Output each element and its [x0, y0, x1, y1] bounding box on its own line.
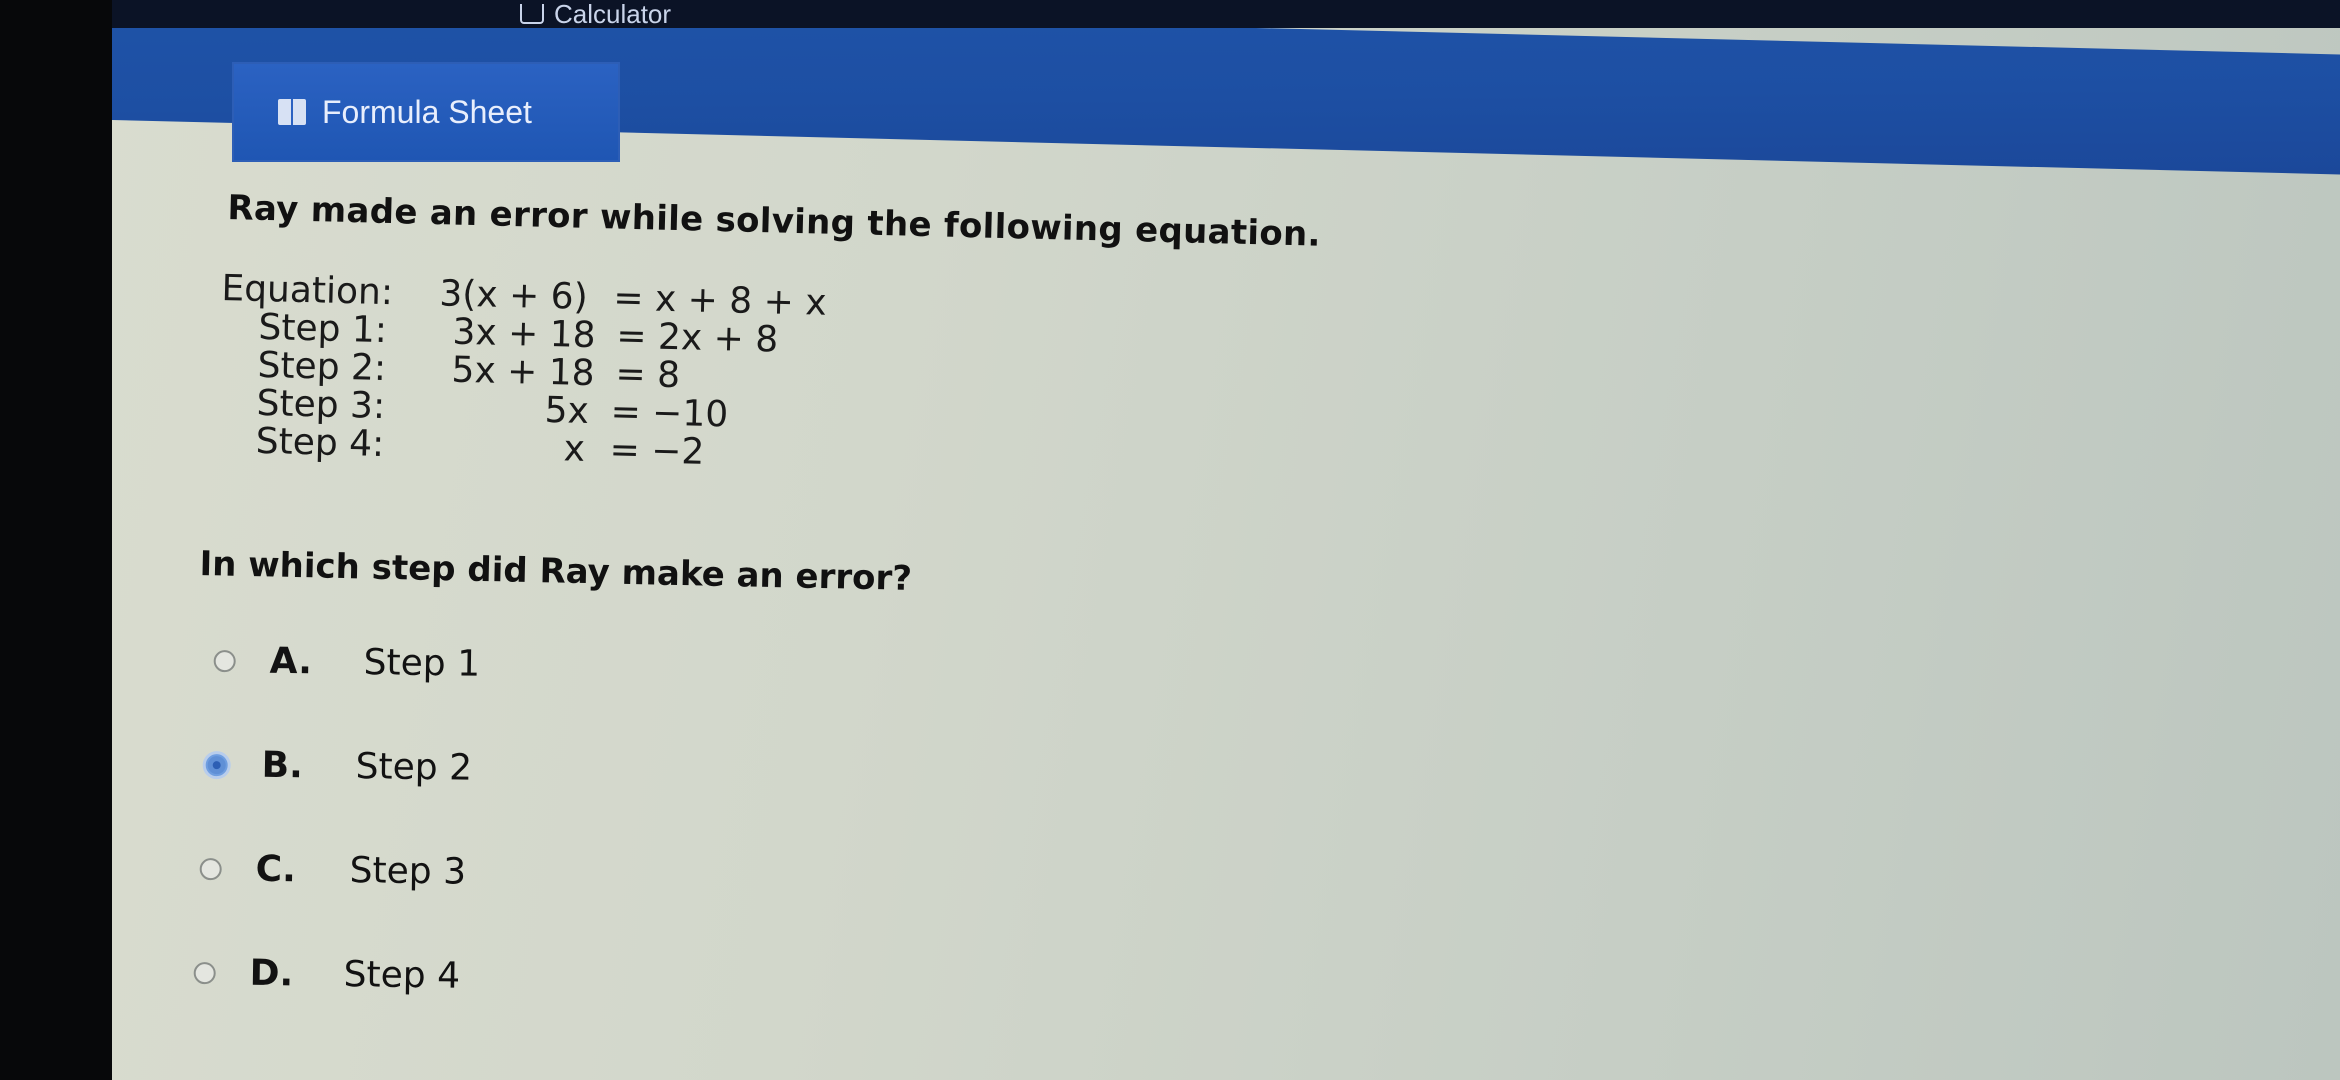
radio-button[interactable] — [199, 857, 222, 880]
option-text: Step 2 — [355, 746, 473, 789]
step-lhs: 5x — [544, 389, 590, 432]
calculator-tool[interactable]: Calculator — [520, 0, 672, 29]
option-letter: A. — [269, 640, 313, 683]
radio-button[interactable] — [193, 961, 216, 984]
equation-steps: Equation: 3(x + 6) = x + 8 + x Step 1: 3… — [217, 268, 981, 477]
radio-button-selected[interactable] — [205, 753, 228, 776]
option-text: Step 4 — [343, 954, 461, 997]
option-letter: B. — [261, 744, 304, 787]
step-label: Step 4: — [255, 420, 385, 466]
radio-button[interactable] — [213, 649, 236, 672]
calculator-icon — [520, 4, 544, 24]
step-lhs: x — [563, 428, 586, 470]
formula-sheet-label: Formula Sheet — [322, 93, 532, 130]
formula-sheet-button[interactable]: Formula Sheet — [232, 62, 620, 162]
answer-option-c[interactable]: C. Step 3 — [199, 848, 466, 893]
option-text: Step 3 — [349, 850, 467, 893]
calculator-label: Calculator — [554, 0, 672, 29]
toolbar-strip — [112, 0, 2340, 28]
step-rhs: = −10 — [610, 391, 729, 436]
answer-option-b[interactable]: B. Step 2 — [205, 744, 472, 789]
option-text: Step 1 — [363, 642, 481, 685]
answer-option-a[interactable]: A. Step 1 — [213, 640, 480, 685]
answer-option-d[interactable]: D. Step 4 — [193, 952, 460, 997]
book-icon — [278, 97, 308, 127]
screen-bezel — [0, 0, 120, 1080]
step-rhs: = −2 — [609, 429, 705, 473]
option-letter: D. — [249, 952, 294, 995]
step-rhs: = 8 — [615, 353, 681, 397]
option-letter: C. — [255, 848, 297, 891]
